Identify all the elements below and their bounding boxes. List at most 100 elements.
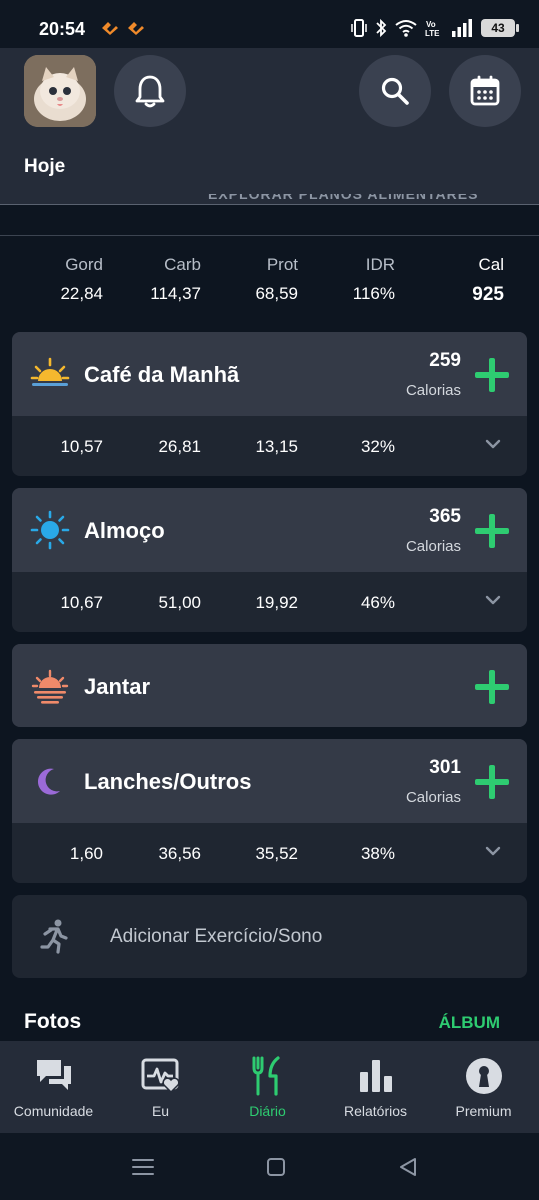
menu-icon[interactable] bbox=[132, 1157, 154, 1177]
meal-calories: 259 bbox=[429, 350, 461, 371]
divider bbox=[0, 204, 539, 205]
sun-icon bbox=[30, 510, 70, 550]
running-icon bbox=[40, 919, 68, 954]
signal-icon bbox=[452, 19, 472, 37]
photos-title: Fotos bbox=[24, 1010, 82, 1033]
meal-card-lunch: Almoço 365 Calorias 10,67 51,00 19,92 46… bbox=[12, 488, 527, 632]
nav-label: Eu bbox=[151, 1103, 170, 1119]
add-food-button[interactable] bbox=[475, 670, 509, 704]
add-food-button[interactable] bbox=[475, 765, 509, 799]
meal-header-dinner[interactable]: Jantar bbox=[12, 644, 527, 727]
chevron-down-icon[interactable] bbox=[485, 843, 501, 859]
back-icon[interactable] bbox=[398, 1157, 418, 1177]
add-exercise-label: Adicionar Exercício/Sono bbox=[110, 926, 323, 947]
search-button[interactable] bbox=[359, 55, 431, 127]
explore-plans-link[interactable]: EXPLORAR PLANOS ALIMENTARES bbox=[0, 194, 539, 204]
home-icon[interactable] bbox=[266, 1157, 286, 1177]
meal-name: Jantar bbox=[84, 674, 151, 699]
meal-calories-label: Calorias bbox=[405, 382, 461, 399]
nav-label: Diário bbox=[249, 1103, 286, 1119]
totals-cal: Cal 925 bbox=[472, 255, 504, 306]
meal-idr: 32% bbox=[360, 437, 395, 456]
battery-icon: 43 bbox=[481, 19, 519, 37]
meal-prot: 13,15 bbox=[255, 437, 298, 456]
add-exercise-button[interactable]: Adicionar Exercício/Sono bbox=[12, 895, 527, 978]
album-link[interactable]: ÁLBUM bbox=[439, 1013, 500, 1033]
notification-icons bbox=[100, 20, 146, 36]
meal-header-snacks[interactable]: Lanches/Outros 301 Calorias bbox=[12, 739, 527, 823]
meal-name: Café da Manhã bbox=[84, 362, 240, 387]
meal-carb: 51,00 bbox=[158, 593, 201, 612]
calendar-icon bbox=[470, 75, 500, 106]
totals-carb-label: Carb bbox=[164, 255, 201, 274]
totals-prot-value: 68,59 bbox=[255, 284, 298, 303]
notifications-button[interactable] bbox=[114, 55, 186, 127]
meal-fat: 1,60 bbox=[69, 844, 103, 863]
nav-me[interactable]: Eu bbox=[107, 1041, 214, 1133]
volte-icon: VoLTE bbox=[425, 20, 440, 38]
totals-fat: Gord 22,84 bbox=[60, 255, 103, 304]
divider bbox=[0, 235, 539, 236]
avatar-image bbox=[24, 55, 96, 127]
app-notification-icon bbox=[102, 22, 118, 35]
nav-premium[interactable]: Premium bbox=[430, 1041, 537, 1133]
totals-prot-label: Prot bbox=[266, 255, 298, 274]
meal-summary-snacks[interactable]: 1,60 36,56 35,52 38% bbox=[12, 823, 527, 883]
fork-knife-icon bbox=[252, 1056, 280, 1096]
sunset-icon bbox=[31, 669, 69, 704]
status-bar: 20:54 Vo LTE 43 bbox=[0, 0, 539, 48]
meal-idr: 38% bbox=[360, 844, 395, 863]
totals-fat-value: 22,84 bbox=[60, 284, 103, 303]
meal-summary-lunch[interactable]: 10,67 51,00 19,92 46% bbox=[12, 572, 527, 632]
meal-calories-label: Calorias bbox=[405, 538, 461, 555]
wifi-icon bbox=[395, 20, 417, 37]
svg-text:LTE: LTE bbox=[425, 29, 440, 38]
nav-diary[interactable]: Diário bbox=[214, 1041, 321, 1133]
totals-prot: Prot 68,59 bbox=[255, 255, 298, 304]
heart-pulse-icon bbox=[141, 1058, 180, 1094]
add-food-button[interactable] bbox=[475, 358, 509, 392]
nav-label: Premium bbox=[455, 1103, 512, 1119]
vibrate-icon bbox=[351, 19, 367, 37]
bottom-nav: Comunidade Eu Diário Relatórios Premium bbox=[0, 1041, 539, 1133]
chevron-down-icon[interactable] bbox=[485, 592, 501, 608]
avatar[interactable] bbox=[24, 55, 96, 127]
search-icon bbox=[381, 77, 409, 105]
bar-chart-icon bbox=[360, 1060, 392, 1092]
calendar-button[interactable] bbox=[449, 55, 521, 127]
svg-text:Vo: Vo bbox=[426, 20, 436, 29]
meal-calories-label: Calorias bbox=[405, 789, 461, 806]
meal-fat: 10,67 bbox=[60, 593, 103, 612]
meal-calories: 301 bbox=[429, 757, 461, 778]
totals-carb-value: 114,37 bbox=[150, 284, 201, 303]
app-notification-icon bbox=[128, 22, 144, 35]
nav-label: Relatórios bbox=[343, 1103, 408, 1119]
meal-card-breakfast: Café da Manhã 259 Calorias 10,57 26,81 1… bbox=[12, 332, 527, 476]
meal-carb: 26,81 bbox=[158, 437, 201, 456]
bluetooth-icon bbox=[376, 18, 387, 38]
totals-cal-value: 925 bbox=[472, 284, 504, 305]
meal-fat: 10,57 bbox=[60, 437, 103, 456]
add-food-button[interactable] bbox=[475, 514, 509, 548]
meal-summary-breakfast[interactable]: 10,57 26,81 13,15 32% bbox=[12, 416, 527, 476]
meal-header-breakfast[interactable]: Café da Manhã 259 Calorias bbox=[12, 332, 527, 416]
sunrise-icon bbox=[30, 357, 70, 386]
chevron-down-icon[interactable] bbox=[485, 436, 501, 452]
status-time: 20:54 bbox=[39, 19, 86, 39]
page-title: Hoje bbox=[24, 156, 66, 177]
chat-icon bbox=[37, 1060, 71, 1090]
totals-fat-label: Gord bbox=[65, 255, 103, 274]
nav-reports[interactable]: Relatórios bbox=[322, 1041, 429, 1133]
daily-totals: Gord 22,84 Carb 114,37 Prot 68,59 IDR 11… bbox=[0, 255, 539, 315]
meal-card-snacks: Lanches/Outros 301 Calorias 1,60 36,56 3… bbox=[12, 739, 527, 883]
meal-name: Almoço bbox=[84, 518, 165, 543]
meal-card-dinner: Jantar bbox=[12, 644, 527, 727]
totals-carb: Carb 114,37 bbox=[150, 255, 201, 304]
nav-community[interactable]: Comunidade bbox=[0, 1041, 107, 1133]
totals-idr: IDR 116% bbox=[353, 255, 395, 304]
totals-idr-value: 116% bbox=[352, 284, 395, 303]
totals-idr-label: IDR bbox=[365, 255, 395, 274]
meal-header-lunch[interactable]: Almoço 365 Calorias bbox=[12, 488, 527, 572]
nav-label: Comunidade bbox=[13, 1103, 94, 1119]
system-nav-bar bbox=[0, 1133, 539, 1200]
